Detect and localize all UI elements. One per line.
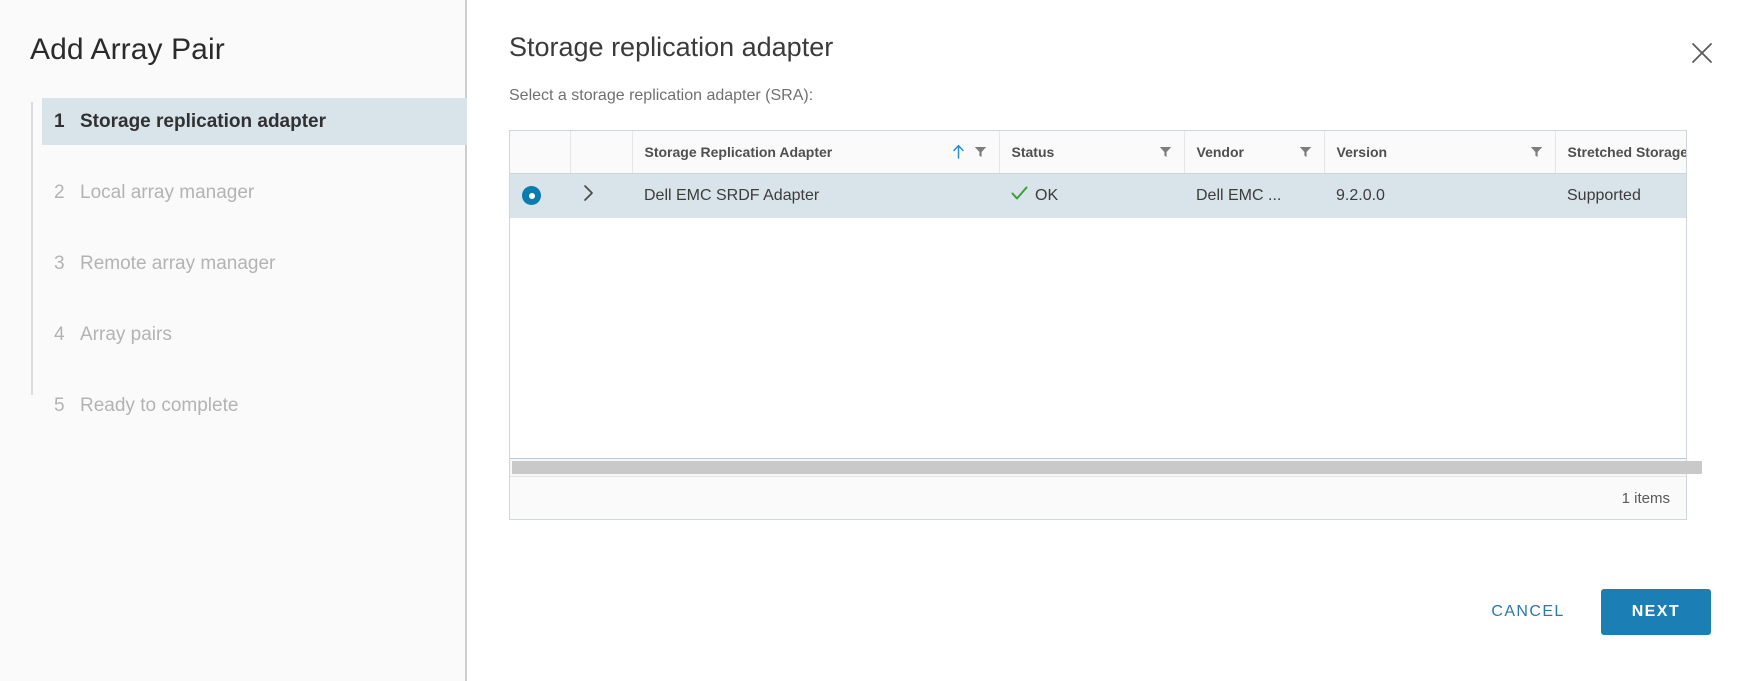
- step-number: 2: [54, 181, 65, 203]
- sidebar-step-local-array-manager[interactable]: 2 Local array manager: [42, 169, 467, 216]
- wizard-sidebar: Add Array Pair 1 Storage replication ada…: [0, 0, 467, 681]
- step-label: Remote array manager: [80, 252, 276, 274]
- datagrid-table: Storage Replication Adapter Status Vendo…: [510, 131, 1686, 218]
- sidebar-step-storage-replication-adapter[interactable]: 1 Storage replication adapter: [42, 98, 467, 145]
- check-icon: [1011, 186, 1028, 205]
- cancel-button[interactable]: CANCEL: [1469, 591, 1586, 633]
- sidebar-step-ready-to-complete[interactable]: 5 Ready to complete: [42, 382, 467, 429]
- step-number: 5: [54, 394, 65, 416]
- sidebar-step-remote-array-manager[interactable]: 3 Remote array manager: [42, 240, 467, 287]
- column-label: Version: [1336, 143, 1388, 160]
- cell-stretched-storage: Supported: [1555, 173, 1686, 218]
- filter-funnel-icon[interactable]: [1530, 145, 1543, 158]
- column-label: Stretched Storage: [1567, 143, 1687, 160]
- close-icon[interactable]: [1681, 32, 1723, 74]
- column-header-adapter[interactable]: Storage Replication Adapter: [632, 131, 1000, 174]
- datagrid-empty-space: [510, 218, 1686, 459]
- datagrid-scroll-viewport: Storage Replication Adapter Status Vendo…: [510, 131, 1686, 459]
- sra-datagrid: Storage Replication Adapter Status Vendo…: [509, 130, 1702, 520]
- filter-funnel-icon[interactable]: [1299, 145, 1312, 158]
- add-array-pair-wizard: Add Array Pair 1 Storage replication ada…: [0, 0, 1741, 681]
- column-label: Status: [1011, 143, 1055, 160]
- cell-status: OK: [999, 173, 1184, 218]
- step-label: Storage replication adapter: [80, 110, 327, 132]
- next-button[interactable]: NEXT: [1600, 589, 1711, 635]
- step-number: 4: [54, 323, 65, 345]
- sidebar-step-array-pairs[interactable]: 4 Array pairs: [42, 311, 467, 358]
- step-number: 3: [54, 252, 65, 274]
- radio-button-selected[interactable]: [522, 186, 541, 206]
- column-header-select: [510, 131, 571, 174]
- datagrid-header-row: Storage Replication Adapter Status Vendo…: [510, 131, 1687, 174]
- column-header-stretched-storage[interactable]: Stretched Storage: [1555, 131, 1687, 174]
- step-label: Local array manager: [80, 181, 255, 203]
- cell-vendor: Dell EMC ...: [1184, 173, 1324, 218]
- cell-adapter: Dell EMC SRDF Adapter: [632, 173, 999, 218]
- datagrid-footer: 1 items: [510, 477, 1686, 519]
- status-label: OK: [1035, 186, 1059, 204]
- cell-version: 9.2.0.0: [1324, 173, 1555, 218]
- row-expand-cell[interactable]: [570, 173, 632, 218]
- column-header-vendor[interactable]: Vendor: [1184, 131, 1325, 174]
- wizard-actions: CANCEL NEXT: [1469, 589, 1711, 635]
- column-label: Vendor: [1196, 143, 1244, 160]
- page-title: Storage replication adapter: [509, 32, 834, 62]
- filter-funnel-icon[interactable]: [974, 145, 987, 158]
- column-header-version[interactable]: Version: [1324, 131, 1556, 174]
- step-label: Array pairs: [80, 323, 172, 345]
- sort-ascending-icon[interactable]: [952, 144, 965, 159]
- step-label: Ready to complete: [80, 394, 239, 416]
- chevron-right-icon[interactable]: [582, 185, 595, 207]
- column-header-expand: [570, 131, 633, 174]
- filter-funnel-icon[interactable]: [1159, 145, 1172, 158]
- horizontal-scrollbar[interactable]: [510, 459, 1702, 477]
- item-count-label: 1 items: [1621, 489, 1670, 507]
- wizard-content: Storage replication adapter Select a sto…: [467, 0, 1741, 681]
- table-row[interactable]: Dell EMC SRDF Adapter OK Dell EMC ... 9.…: [510, 173, 1686, 218]
- step-number: 1: [54, 110, 65, 132]
- radio-dot: [528, 192, 535, 199]
- wizard-steps: 1 Storage replication adapter 2 Local ar…: [0, 98, 467, 429]
- wizard-title: Add Array Pair: [30, 33, 225, 66]
- row-radio-cell[interactable]: [510, 173, 570, 218]
- instruction-text: Select a storage replication adapter (SR…: [509, 87, 814, 104]
- column-label: Storage Replication Adapter: [644, 143, 833, 160]
- column-header-status[interactable]: Status: [999, 131, 1185, 174]
- horizontal-scrollbar-thumb[interactable]: [512, 461, 1702, 474]
